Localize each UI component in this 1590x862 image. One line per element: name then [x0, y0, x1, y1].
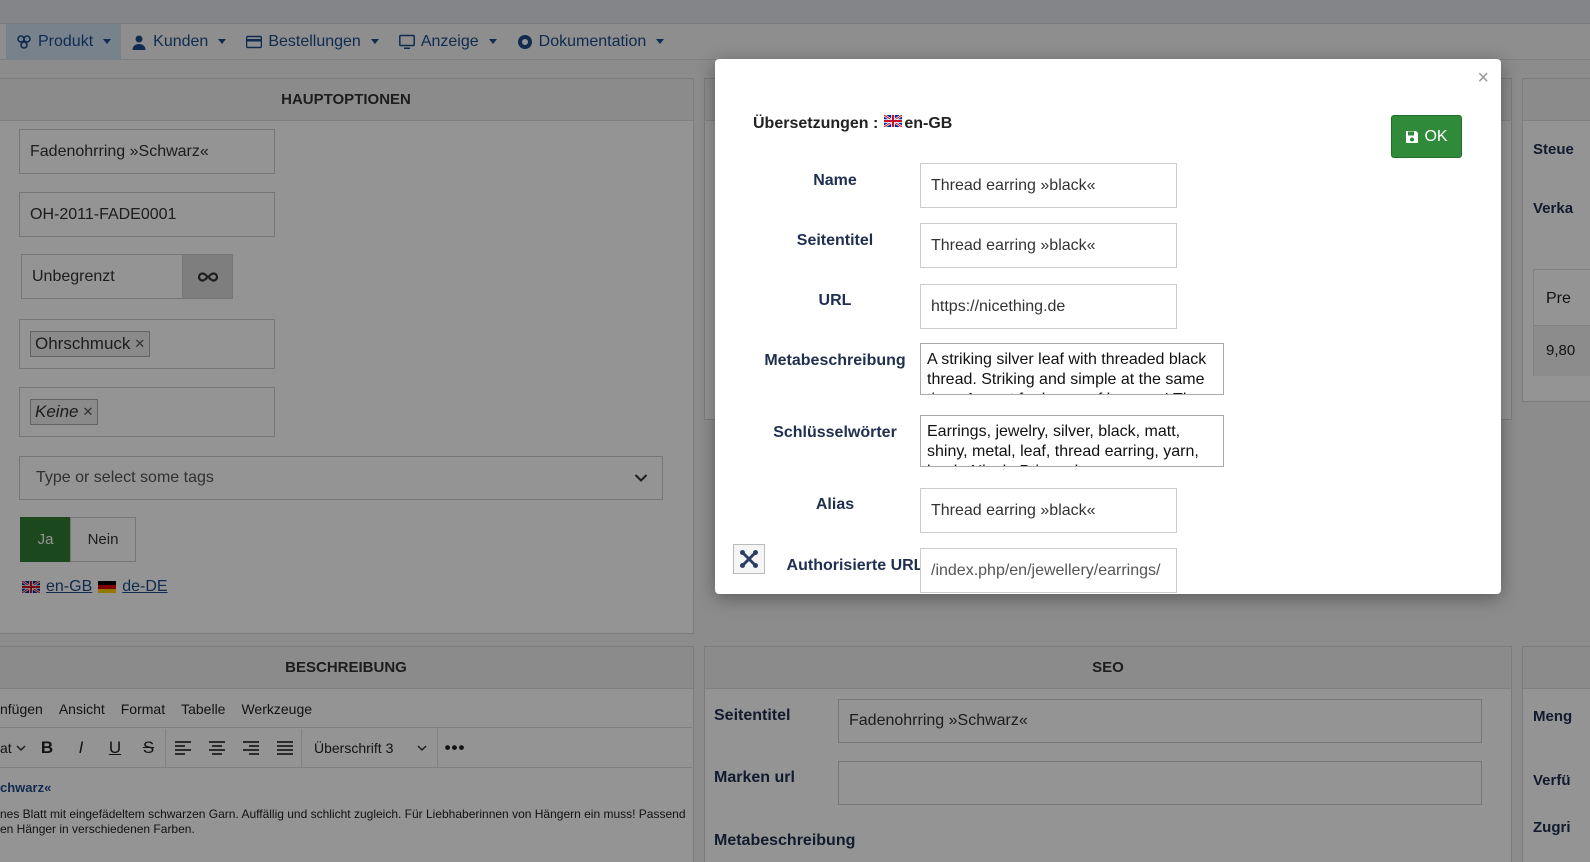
page-title-label: Seitentitel	[796, 232, 874, 249]
page-title-input[interactable]: Thread earring »black«	[920, 223, 1177, 268]
translations-modal: × Übersetzungen : en-GB OK Name Thread e…	[715, 59, 1501, 594]
ok-label: OK	[1424, 127, 1448, 145]
modal-lang: en-GB	[904, 115, 953, 132]
meta-description-label: Metabeschreibung	[764, 352, 906, 369]
save-icon	[1406, 130, 1419, 143]
url-label: URL	[818, 292, 852, 309]
name-label: Name	[813, 172, 857, 189]
keywords-label: Schlüsselwörter	[773, 424, 897, 441]
alias-input[interactable]: Thread earring »black«	[920, 488, 1177, 533]
url-input[interactable]: https://nicething.de	[920, 284, 1177, 329]
alias-label: Alias	[815, 496, 855, 513]
modal-title: Übersetzungen : en-GB	[753, 115, 952, 133]
name-input[interactable]: Thread earring »black«	[920, 163, 1177, 208]
modal-title-text: Übersetzungen :	[753, 115, 879, 132]
ok-button[interactable]: OK	[1391, 115, 1462, 158]
keywords-textarea[interactable]: Earrings, jewelry, silver, black, matt, …	[920, 415, 1224, 467]
close-icon[interactable]: ×	[1477, 67, 1489, 90]
auth-url-input[interactable]: /index.php/en/jewellery/earrings/	[920, 548, 1177, 593]
meta-description-textarea[interactable]: A striking silver leaf with threaded bla…	[920, 343, 1224, 395]
uk-flag-icon	[884, 115, 903, 127]
